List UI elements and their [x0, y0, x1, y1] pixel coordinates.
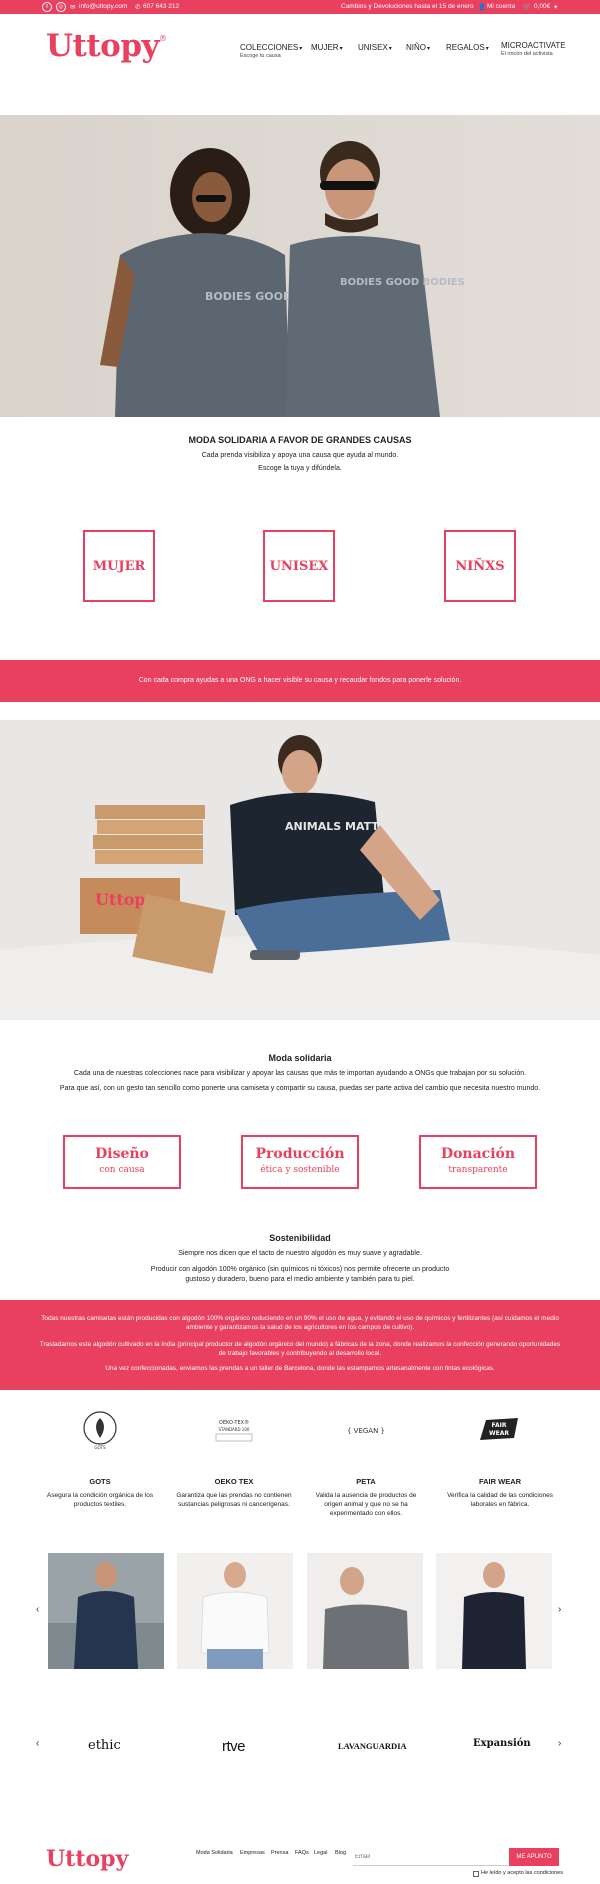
- sostenibilidad-line-1: Siempre nos dicen que el tacto de nuestr…: [178, 1250, 422, 1257]
- moda-title: Moda solidaria: [268, 1053, 332, 1063]
- mail-icon: ✉: [70, 4, 76, 11]
- footer-link-faqs[interactable]: FAQs: [295, 1850, 309, 1856]
- instagram-icon[interactable]: ◎: [56, 2, 66, 12]
- hero-image: BODIES GOOD BODIES BODIES GOOD BODIES: [0, 115, 600, 417]
- press-logo-expansion: Expansión: [473, 1738, 531, 1749]
- product-card[interactable]: [307, 1553, 423, 1669]
- gots-logo-icon: GOTS: [80, 1410, 120, 1450]
- cert-fair-wear: FAIR WEAR Verifica la calidad de las con…: [447, 1477, 553, 1508]
- svg-text:GOTS: GOTS: [94, 1445, 106, 1450]
- svg-text:OEKO-TEX®: OEKO-TEX®: [219, 1419, 249, 1426]
- chevron-down-icon: ▾: [339, 46, 343, 52]
- intro-line-2: Escoge la tuya y difúndela.: [258, 465, 342, 472]
- nav-mujer[interactable]: MUJER▾: [311, 43, 343, 52]
- press-logo-lavanguardia: LAVANGUARDIA: [338, 1741, 407, 1751]
- product-card[interactable]: [436, 1553, 552, 1669]
- sostenibilidad-title: Sostenibilidad: [269, 1233, 331, 1243]
- moda-line-1: Cada una de nuestras colecciones nace pa…: [73, 1070, 527, 1077]
- nav-nino[interactable]: NIÑO▾: [406, 43, 430, 52]
- terms-checkbox[interactable]: [473, 1871, 479, 1877]
- carousel-prev-icon[interactable]: ‹: [36, 1604, 39, 1615]
- account-link[interactable]: Mi cuenta: [487, 3, 515, 10]
- category-unisex[interactable]: UNISEX: [263, 530, 335, 602]
- chevron-down-icon: ▾: [388, 46, 392, 52]
- footer-link-moda-solidaria[interactable]: Moda Solidaria: [196, 1850, 233, 1856]
- press-next-icon[interactable]: ›: [558, 1738, 561, 1749]
- moda-line-2: Para que así, con un gesto tan sencillo …: [59, 1085, 541, 1092]
- press-logo-rtve: rtve: [222, 1738, 246, 1755]
- phone-icon: ✆: [135, 4, 141, 11]
- logo[interactable]: Uttopy®: [46, 28, 167, 64]
- svg-text:STANDARD 100: STANDARD 100: [219, 1427, 250, 1432]
- footer-link-legal[interactable]: Legal: [314, 1850, 327, 1856]
- user-icon: 👤: [478, 4, 487, 11]
- value-produccion: Producción ética y sostenible: [241, 1135, 359, 1189]
- nav-unisex[interactable]: UNISEX▾: [358, 43, 392, 52]
- newsletter-email-input[interactable]: [353, 1848, 508, 1866]
- vegan-logo-icon: { VEGAN }: [346, 1422, 386, 1438]
- email-link[interactable]: info@uttopy.com: [79, 3, 127, 10]
- packing-image: Uttopy ANIMALS MATTER: [0, 720, 600, 1020]
- footer-link-prensa[interactable]: Prensa: [271, 1850, 288, 1856]
- cart-icon[interactable]: 🛒: [523, 3, 531, 11]
- cart-chevron-icon[interactable]: ▾: [554, 3, 557, 11]
- intro-line-1: Cada prenda visibiliza y apoya una causa…: [201, 452, 399, 459]
- chevron-down-icon: ▾: [299, 46, 303, 52]
- cart-total[interactable]: 0,00€: [534, 3, 550, 10]
- footer-logo[interactable]: Uttopy: [46, 1846, 128, 1872]
- fair-wear-logo-icon: FAIR WEAR: [478, 1418, 520, 1440]
- oeko-tex-logo-icon: OEKO-TEX® STANDARD 100: [210, 1417, 258, 1445]
- facebook-icon[interactable]: f: [42, 2, 52, 12]
- nav-regalos[interactable]: REGALOS▾: [446, 43, 489, 52]
- intro-title: MODA SOLIDARIA A FAVOR DE GRANDES CAUSAS: [188, 435, 412, 445]
- product-card[interactable]: [177, 1553, 293, 1669]
- svg-text:{ VEGAN }: { VEGAN }: [347, 1427, 385, 1435]
- promo-text: Cambios y Devoluciones hasta el 15 de en…: [341, 3, 474, 10]
- svg-text:FAIR: FAIR: [492, 1422, 507, 1429]
- nav-colecciones[interactable]: COLECCIONES▾ Escoge tu causa: [240, 43, 302, 59]
- footer-link-empresas[interactable]: Empresas: [240, 1850, 265, 1856]
- cert-gots: GOTS Asegura la condición orgánica de lo…: [46, 1477, 154, 1508]
- terms-label: He leído y acepto las condiciones: [481, 1870, 563, 1876]
- ong-banner: Con cada compra ayudas a una ONG a hacer…: [0, 660, 600, 702]
- sostenibilidad-line-2: Producir con algodón 100% orgánico (sin …: [150, 1266, 450, 1284]
- category-ninxs[interactable]: NIÑXS: [444, 530, 516, 602]
- ong-banner-text: Con cada compra ayudas a una ONG a hacer…: [138, 677, 462, 684]
- subscribe-button[interactable]: ME APUNTO: [509, 1848, 559, 1866]
- chevron-down-icon: ▾: [427, 46, 431, 52]
- carousel-next-icon[interactable]: ›: [558, 1604, 561, 1615]
- press-prev-icon[interactable]: ‹: [36, 1738, 39, 1749]
- hero-shirt-text-2: BODIES GOOD BODIES: [340, 277, 465, 288]
- chevron-down-icon: ▾: [485, 46, 489, 52]
- top-bar: f ◎ ✉ info@uttopy.com ✆ 607 643 212 Camb…: [0, 0, 600, 14]
- press-logo-ethic: ethic: [88, 1738, 121, 1753]
- nav-microactivate[interactable]: MICROACTIVATE El rincón del activista: [501, 41, 566, 57]
- cotton-banner-p2: Trasladamos este algodón cultivado en la…: [39, 1341, 561, 1358]
- cotton-banner-p3: Una vez confeccionadas, enviamos las pre…: [105, 1365, 495, 1372]
- cotton-banner-p1: Todas nuestras camisetas están producida…: [41, 1315, 559, 1332]
- value-donacion: Donación transparente: [419, 1135, 537, 1189]
- cert-oeko-tex: OEKO TEX Garantiza que las prendas no co…: [176, 1477, 292, 1508]
- category-mujer[interactable]: MUJER: [83, 530, 155, 602]
- value-diseno: Diseño con causa: [63, 1135, 181, 1189]
- svg-text:WEAR: WEAR: [489, 1430, 509, 1437]
- phone-link[interactable]: 607 643 212: [143, 3, 179, 10]
- cert-peta: PETA Valida la ausencia de productos de …: [315, 1477, 417, 1517]
- product-card[interactable]: [48, 1553, 164, 1669]
- cotton-banner: Todas nuestras camisetas están producida…: [0, 1300, 600, 1390]
- footer-link-blog[interactable]: Blog: [335, 1850, 346, 1856]
